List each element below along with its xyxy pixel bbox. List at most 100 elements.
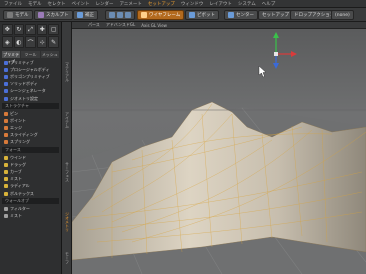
- model-icon: [7, 12, 13, 18]
- vtab-surface[interactable]: サーフェス: [64, 162, 70, 182]
- falloff-tool-icon[interactable]: ◐: [13, 36, 25, 48]
- point-icon: [4, 118, 8, 123]
- list-item[interactable]: カーブ: [2, 168, 59, 175]
- filter-icon: [4, 206, 8, 211]
- list-item[interactable]: ピン: [2, 110, 59, 117]
- vertical-tab-strip: マテリアル アイテム サーフェス ジオメトリ モーフ: [62, 22, 72, 274]
- transform-tool-icon[interactable]: ✚: [36, 24, 48, 35]
- tab-mesh[interactable]: メッシュ: [40, 51, 59, 58]
- gl-mode-label[interactable]: Axis GL View: [141, 23, 167, 28]
- vertex-icon: [117, 12, 123, 18]
- list-item[interactable]: ソリッドボディ: [2, 81, 59, 88]
- move-tool-icon[interactable]: ✥: [2, 24, 13, 35]
- list-item[interactable]: エッジ: [2, 125, 59, 132]
- edge-icon: [125, 12, 131, 18]
- section-more: ウォールオブ: [2, 198, 59, 205]
- list-item[interactable]: スライディング: [2, 132, 59, 139]
- primitive-icon: [4, 60, 8, 65]
- viewport-canvas: [72, 22, 366, 274]
- procedural-icon: [4, 67, 8, 72]
- list-item[interactable]: ポイント: [2, 117, 59, 124]
- settings-icon: [4, 96, 8, 101]
- model-tab-button[interactable]: モデル: [3, 10, 33, 20]
- tool-list: プリミティブ プロシージャルボディ ポリゴンプリミティブ ソリッドボディ シーン…: [0, 58, 61, 221]
- fit-button[interactable]: 補正: [73, 10, 98, 20]
- snap-tool-icon[interactable]: ⊹: [36, 36, 48, 48]
- list-item[interactable]: ジオメトリ設定: [2, 95, 59, 102]
- list-item[interactable]: ミスト: [2, 176, 59, 183]
- menu-item[interactable]: モデル: [28, 1, 42, 7]
- cube-icon: [109, 12, 115, 18]
- list-item[interactable]: ドラッグ: [2, 161, 59, 168]
- gizmo-center-icon[interactable]: [274, 52, 278, 56]
- menu-item[interactable]: ペイント: [72, 1, 90, 7]
- generator-icon: [4, 89, 8, 94]
- 3d-viewport[interactable]: パース アドバンスドGL Axis GL View: [72, 22, 366, 274]
- spring-icon: [4, 140, 8, 145]
- list-item[interactable]: フィルター: [2, 205, 59, 212]
- view-type-label[interactable]: パース: [88, 22, 100, 28]
- wind-icon: [4, 155, 8, 160]
- menu-item[interactable]: セレクト: [48, 1, 66, 7]
- list-item[interactable]: プリミティブ: [2, 59, 59, 66]
- polygon-icon: [4, 74, 8, 79]
- toolbar: モデル スカルプト 補正 ワイヤフレーム ピボット センター セットアップ ドロ…: [0, 8, 366, 22]
- mist-icon: [4, 177, 8, 182]
- paint-tool-icon[interactable]: ✎: [48, 36, 59, 48]
- radial-icon: [4, 184, 8, 189]
- fit-icon: [77, 12, 83, 18]
- list-item[interactable]: シーンジェネレータ: [2, 88, 59, 95]
- menu-bar: ファイル モデル セレクト ペイント レンダー アニメート セットアップ ウィンドウ レイアウト…: [0, 0, 366, 8]
- element-move-icon[interactable]: ◈: [2, 36, 13, 48]
- center-icon: [228, 12, 234, 18]
- center-button[interactable]: センター: [224, 10, 258, 20]
- viewport-header: パース アドバンスドGL Axis GL View: [72, 22, 366, 29]
- vtab-material[interactable]: マテリアル: [64, 62, 70, 82]
- tool-icon-grid: ✥ ↻ ⤢ ✚ ▢ ◈ ◐ ⌒ ⊹ ✎: [0, 22, 61, 50]
- curve-icon: [4, 170, 8, 175]
- tab-tools[interactable]: ツール: [21, 51, 40, 58]
- menu-item[interactable]: レイアウト: [209, 1, 232, 7]
- section-structure: ストラクチャ: [2, 103, 59, 110]
- vortex-icon: [4, 191, 8, 196]
- vtab-item[interactable]: アイテム: [64, 112, 70, 128]
- menu-item[interactable]: ウィンドウ: [181, 1, 204, 7]
- render-mode-label[interactable]: アドバンスドGL: [106, 22, 135, 28]
- list-item[interactable]: ウインド: [2, 154, 59, 161]
- sculpt-tab-button[interactable]: スカルプト: [34, 10, 73, 20]
- edge-icon: [4, 126, 8, 131]
- mist2-icon: [4, 213, 8, 218]
- drag-icon: [4, 162, 8, 167]
- rotate-tool-icon[interactable]: ↻: [13, 24, 25, 35]
- list-item[interactable]: ポリゴンプリミティブ: [2, 73, 59, 80]
- tool-panel: ✥ ↻ ⤢ ✚ ▢ ◈ ◐ ⌒ ⊹ ✎ プリミティブ ツール メッシュ プリミテ…: [0, 22, 62, 274]
- menu-item[interactable]: ヘルプ: [262, 1, 276, 7]
- vtab-morph[interactable]: モーフ: [64, 252, 70, 264]
- list-item[interactable]: スプリング: [2, 139, 59, 146]
- menu-item[interactable]: システム: [238, 1, 256, 7]
- pivot-button[interactable]: ピボット: [185, 10, 219, 20]
- menu-item[interactable]: セットアップ: [148, 1, 175, 7]
- sliding-icon: [4, 133, 8, 138]
- list-item[interactable]: ミスト: [2, 212, 59, 219]
- select-tool-icon[interactable]: ▢: [48, 24, 59, 35]
- setup-button[interactable]: セットアップ: [258, 10, 293, 20]
- section-force: フォース: [2, 147, 59, 154]
- view-mode-buttons[interactable]: [105, 10, 135, 20]
- tab-primitives[interactable]: プリミティブ: [2, 51, 21, 64]
- list-item[interactable]: プロシージャルボディ: [2, 66, 59, 73]
- list-item[interactable]: ボルテックス: [2, 190, 59, 197]
- panel-tabs: プリミティブ ツール メッシュ: [0, 51, 61, 64]
- bend-tool-icon[interactable]: ⌒: [25, 36, 36, 48]
- sculpt-icon: [38, 12, 44, 18]
- wireframe-button[interactable]: ワイヤフレーム: [137, 10, 185, 20]
- menu-item[interactable]: アニメート: [120, 1, 142, 7]
- frame-dropdown[interactable]: (none): [331, 10, 354, 20]
- list-item[interactable]: ラディアル: [2, 183, 59, 190]
- scale-tool-icon[interactable]: ⤢: [25, 24, 36, 35]
- menu-item[interactable]: ファイル: [4, 1, 22, 7]
- solid-icon: [4, 82, 8, 87]
- vtab-geometry[interactable]: ジオメトリ: [64, 212, 70, 232]
- wireframe-icon: [141, 12, 147, 18]
- menu-item[interactable]: レンダー: [96, 1, 114, 7]
